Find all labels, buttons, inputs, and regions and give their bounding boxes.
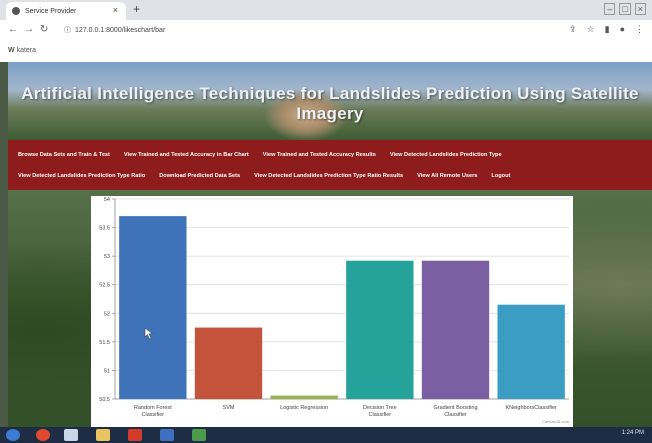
address-bar: ← → ↻ ⓘ 127.0.0.1:8000/likeschart/bar ⇪ ☆… [0, 20, 652, 43]
back-icon[interactable]: ← [8, 24, 18, 35]
nav-link[interactable]: View Trained and Tested Accuracy in Bar … [124, 152, 249, 158]
window-close-button[interactable]: × [634, 3, 646, 15]
x-category-label: SVM [223, 405, 235, 411]
maximize-button[interactable]: □ [619, 3, 631, 15]
forward-icon[interactable]: → [24, 24, 34, 35]
bookmark-star-icon[interactable]: ☆ [587, 24, 595, 35]
bar-4 [346, 260, 414, 399]
word-icon[interactable] [160, 429, 174, 441]
chrome-icon[interactable] [36, 429, 50, 441]
web-page: Artificial Intelligence Techniques for L… [8, 62, 652, 427]
x-category-label: Logistic Regression [280, 405, 328, 411]
tab-close-icon[interactable]: × [113, 5, 118, 15]
nav-link[interactable]: Download Predicted Data Sets [159, 173, 240, 179]
start-button[interactable] [6, 429, 20, 441]
chart-svg: 50.5 51 51.5 52 52.5 53 53.5 54 Random Forest Cla… [99, 197, 569, 418]
bar-2 [194, 327, 263, 399]
y-tick-label: 53 [104, 254, 110, 260]
bookmarks-bar: W katera [0, 42, 652, 62]
reload-icon[interactable]: ↻ [40, 24, 48, 35]
url-field[interactable]: ⓘ 127.0.0.1:8000/likeschart/bar [64, 25, 165, 35]
toolbar-icons: ⇪ ☆ ▮ ● ⋮ [569, 24, 644, 35]
bookmark-item[interactable]: W katera [8, 47, 36, 54]
taskbar: 1:24 PM [0, 427, 652, 443]
share-icon[interactable]: ⇪ [569, 24, 577, 35]
window-controls: – □ × [604, 3, 646, 15]
sidebar-icon[interactable]: ▮ [605, 24, 610, 35]
folder-icon[interactable] [96, 429, 110, 441]
profile-icon[interactable]: ● [620, 24, 625, 35]
nav-menu: Browse Data Sets and Train & Test View Tr… [8, 140, 652, 190]
nav-row-2: View Detected Landslides Prediction Type… [18, 167, 524, 185]
nav-link[interactable]: View Detected Landslides Prediction Type… [254, 173, 403, 179]
chart-credit: CanvasJS.com [542, 419, 569, 424]
url-text: 127.0.0.1:8000/likeschart/bar [75, 27, 166, 34]
nav-link[interactable]: View Trained and Tested Accuracy Results [263, 152, 376, 158]
x-category-label: Random Forest Classifier [134, 405, 172, 418]
page-title: Artificial Intelligence Techniques for L… [21, 84, 639, 123]
y-tick-label: 51.5 [99, 340, 110, 346]
excel-icon[interactable] [192, 429, 206, 441]
y-tick-label: 52 [104, 311, 110, 317]
accuracy-bar-chart: 50.5 51 51.5 52 52.5 53 53.5 54 Random Forest Cla… [91, 196, 573, 427]
nav-link[interactable]: Logout [491, 173, 510, 179]
clock: 1:24 PM [621, 430, 644, 436]
y-tick-label: 53.5 [99, 226, 110, 232]
y-tick-label: 54 [104, 197, 110, 203]
header-banner: Artificial Intelligence Techniques for L… [8, 62, 652, 140]
bar-3 [270, 395, 338, 399]
nav-link[interactable]: Browse Data Sets and Train & Test [18, 152, 110, 158]
nav-link[interactable]: View Detected Landslides Prediction Type [390, 152, 502, 158]
y-tick-label: 51 [104, 368, 110, 374]
bar-6 [497, 304, 565, 399]
x-category-label: KNeighborsClassifier [505, 405, 557, 411]
x-category-label: Gradient Boosting Classifier [433, 405, 477, 418]
bar-5 [421, 260, 490, 399]
nav-row-1: Browse Data Sets and Train & Test View Tr… [18, 146, 516, 164]
bar-1 [119, 216, 187, 399]
pdf-icon[interactable] [128, 429, 142, 441]
menu-icon[interactable]: ⋮ [635, 24, 644, 35]
browser-tab-bar: Service Provider × + – □ × [0, 0, 652, 20]
bookmark-label: katera [16, 47, 37, 54]
favicon-icon [12, 7, 20, 15]
app-icon[interactable] [64, 429, 78, 441]
nav-link[interactable]: View Detected Landslides Prediction Type… [18, 173, 145, 179]
nav-link[interactable]: View All Remote Users [417, 173, 477, 179]
y-tick-label: 52.5 [99, 283, 110, 289]
new-tab-button[interactable]: + [133, 2, 140, 16]
tab-title: Service Provider [25, 7, 77, 15]
browser-tab[interactable]: Service Provider × [6, 2, 126, 20]
minimize-button[interactable]: – [604, 3, 616, 15]
y-tick-label: 50.5 [99, 397, 110, 403]
x-category-label: Decision Tree Classifier [363, 405, 397, 418]
info-icon: ⓘ [64, 27, 71, 34]
